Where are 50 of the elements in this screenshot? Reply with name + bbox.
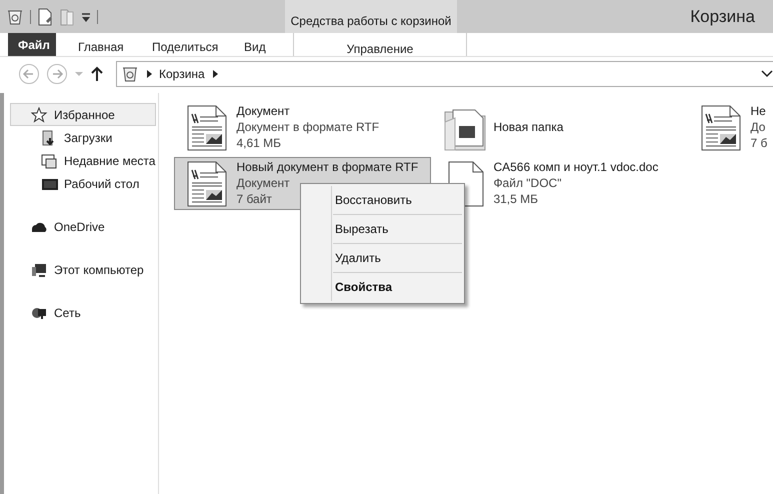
sidebar-label: Сеть [54, 306, 81, 320]
breadcrumb[interactable]: Корзина [159, 67, 205, 81]
menu-item[interactable]: Восстановить [303, 186, 462, 214]
chevron-icon [145, 69, 153, 79]
chevron-icon [210, 69, 219, 79]
sidebar-label: Рабочий стол [64, 176, 140, 190]
file-item[interactable]: Не До 7 б [688, 101, 773, 154]
file-name: Новая папка [493, 120, 564, 135]
file-size: 7 б [750, 136, 768, 151]
document-icon[interactable] [37, 8, 53, 26]
menu-item[interactable]: Удалить [303, 244, 462, 272]
file-name: Новый документ в формате RTF [236, 160, 418, 175]
sidebar-label: Этот компьютер [54, 262, 144, 276]
ribbon-tab[interactable]: Вид [244, 33, 282, 56]
file-size: 31,5 МБ [493, 192, 538, 207]
ribbon-tab[interactable]: Поделиться [152, 33, 226, 56]
sidebar-item[interactable]: Недавние места [10, 149, 156, 172]
file-name: CA566 комп и ноут.1 vdoc.doc [493, 160, 658, 175]
sidebar-label: Избранное [54, 108, 115, 122]
ribbon-tab[interactable]: Главная [78, 33, 136, 56]
file-name: Документ [236, 104, 290, 119]
sidebar-icon [31, 106, 48, 122]
sidebar-item[interactable]: Сеть [10, 301, 156, 324]
file-tab[interactable]: Файл [8, 33, 56, 56]
sidebar-label: Недавние места [64, 154, 156, 168]
sidebar-icon [31, 262, 48, 278]
file-item[interactable]: Документ Документ в формате RTF 4,61 МБ [174, 101, 432, 154]
ribbon-group-label: Средства работы с корзиной [285, 0, 457, 33]
sidebar-item[interactable]: OneDrive [10, 215, 156, 238]
file-size: 7 байт [236, 192, 272, 207]
file-name: Не [750, 104, 766, 119]
sidebar-icon [41, 152, 58, 168]
menu-item[interactable]: Вырезать [303, 215, 462, 243]
window-title: Корзина [690, 6, 755, 26]
address-bar[interactable]: Корзина [116, 61, 773, 87]
up-button[interactable] [90, 66, 104, 82]
sidebar-label: Загрузки [64, 130, 112, 144]
file-type: Документ в формате RTF [236, 120, 380, 135]
file-size: 4,61 МБ [236, 136, 281, 151]
dropdown-icon[interactable] [761, 69, 773, 79]
sidebar-label: OneDrive [54, 220, 105, 234]
menu-item[interactable]: Свойства [303, 273, 462, 301]
sidebar-item[interactable]: Этот компьютер [10, 258, 156, 281]
file-type: Файл "DOC" [493, 176, 562, 191]
file-type: До [750, 120, 766, 135]
sidebar-item[interactable]: Рабочий стол [10, 172, 156, 195]
sidebar-item[interactable]: Загрузки [10, 126, 156, 149]
sidebar-item[interactable]: Избранное [10, 103, 156, 126]
file-item[interactable]: Новая папка [431, 101, 688, 154]
file-type: Документ [236, 176, 290, 191]
